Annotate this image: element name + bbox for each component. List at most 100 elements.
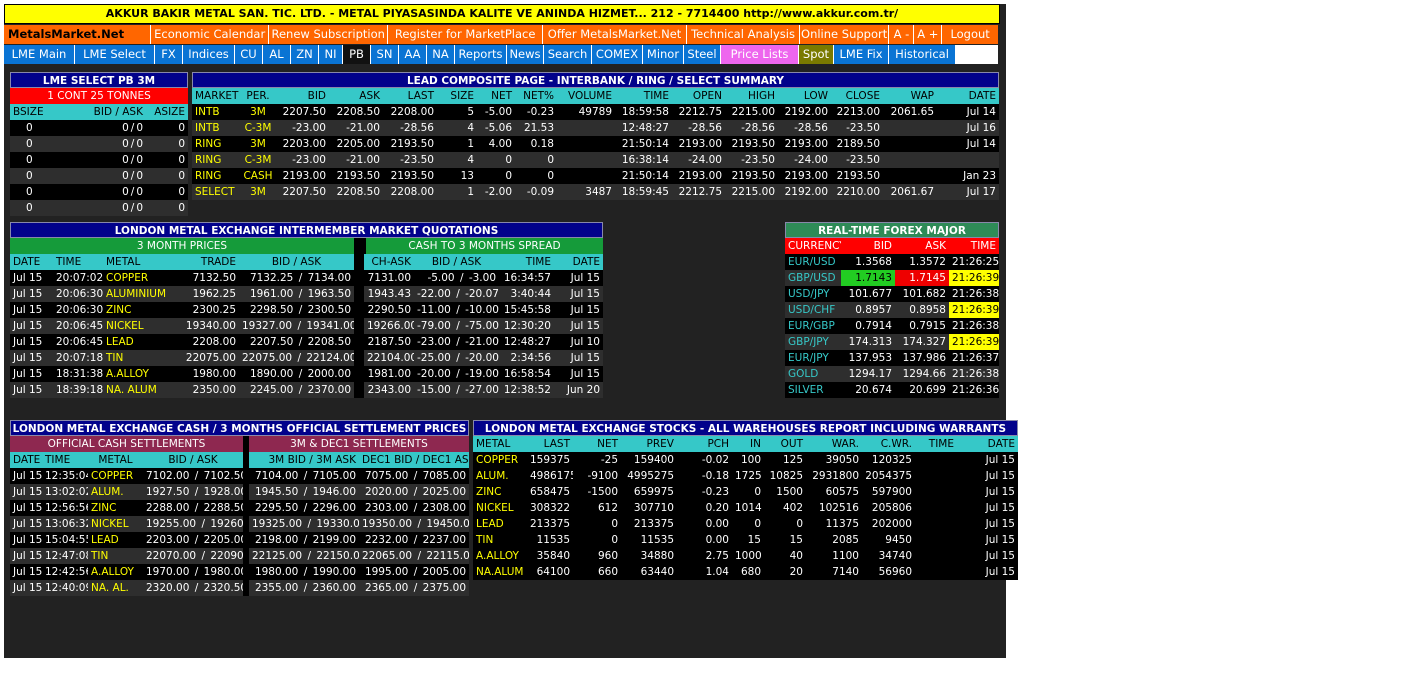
tab-lme-main[interactable]: LME Main — [4, 45, 74, 64]
ch-ask-cell: 7131.00 — [364, 270, 414, 286]
stocks-cell: 2931800 — [806, 468, 862, 484]
tab-lme-fix[interactable]: LME Fix — [834, 45, 888, 64]
composite-row: INTB 3M 2207.50 2208.50 2208.00 5 -5.00 -0.23 49… — [192, 104, 999, 120]
separator: / — [410, 486, 421, 498]
col-market: MARKET — [192, 88, 239, 104]
nav-offer[interactable]: Offer MetalsMarket.Net — [542, 25, 687, 44]
tab-zn[interactable]: ZN — [291, 45, 318, 64]
tab-indices[interactable]: Indices — [183, 45, 234, 64]
settlement-row: Jul 15 12:56:56 ZINC 2288.00 / 2288.50 2295.… — [10, 500, 469, 516]
forex-row: GOLD 1294.17 1294.66 21:26:38 — [785, 366, 999, 382]
separator: / — [410, 470, 421, 482]
nav-renew-subscription[interactable]: Renew Subscription — [268, 25, 388, 44]
ch-ask-cell: 2187.50 — [364, 334, 414, 350]
bid-value: -25.00 — [417, 352, 451, 364]
bid-ask-cell: 1961.00 / 1963.50 — [239, 286, 354, 302]
stocks-table: METAL LAST NET PREV PCH IN OUT WAR. C.WR. TIME DAT… — [473, 436, 1018, 580]
composite-cell: 3487 — [557, 184, 615, 200]
intermember-row: Jul 15 20:07:18 TIN 22075.00 22075.00 / 2212… — [10, 350, 603, 366]
tab-lme-select[interactable]: LME Select — [75, 45, 154, 64]
nav-online-support[interactable]: Online Support — [799, 25, 889, 44]
composite-cell: -23.00 — [277, 152, 329, 168]
nav-economic-calendar[interactable]: Economic Calendar — [151, 25, 268, 44]
tab-comex[interactable]: COMEX — [592, 45, 642, 64]
composite-cell: 2207.50 — [277, 104, 329, 120]
three-m-bid-ask-cell: 19325.00 / 19330.00 — [249, 516, 359, 532]
tab-minor[interactable]: Minor — [643, 45, 683, 64]
tab-aa[interactable]: AA — [399, 45, 426, 64]
bid-ask-cell: 2207.50 / 2208.50 — [239, 334, 354, 350]
tab-spot[interactable]: Spot — [799, 45, 833, 64]
stocks-cell: Jul 15 — [957, 468, 1018, 484]
bid-cell: 1294.17 — [841, 366, 895, 382]
company-banner[interactable]: AKKUR BAKIR METAL SAN. TIC. LTD. - METAL… — [4, 4, 1000, 24]
bid-value: -79.00 — [417, 320, 451, 332]
time-cell: 21:26:38 — [949, 286, 999, 302]
bid-ask-cell: 22075.00 / 22124.00 — [239, 350, 354, 366]
separator: / — [198, 550, 209, 562]
col-metal: METAL — [103, 254, 171, 270]
bid-ask-cell: 7132.25 / 7134.00 — [239, 270, 354, 286]
bid-cell: 1.3568 — [841, 254, 895, 270]
tab-fx[interactable]: FX — [155, 45, 182, 64]
bid-ask-cell: 0/0 — [54, 136, 146, 152]
stocks-cell: Jul 15 — [957, 532, 1018, 548]
stocks-cell: 10825 — [764, 468, 806, 484]
separator: / — [300, 470, 311, 482]
stocks-cell: Jul 15 — [957, 516, 1018, 532]
spread-date-cell: Jul 10 — [554, 334, 603, 350]
composite-cell: 2203.00 — [277, 136, 329, 152]
stocks-cell: 597900 — [862, 484, 915, 500]
separator: / — [452, 320, 464, 332]
tab-steel[interactable]: Steel — [684, 45, 720, 64]
nav-register-marketplace[interactable]: Register for MarketPlace — [388, 25, 542, 44]
bid-value: 2320.00 — [146, 582, 190, 594]
font-increase-button[interactable]: A + — [914, 25, 942, 44]
tab-news[interactable]: News — [507, 45, 543, 64]
stocks-row: ALUM. 4986175 -9100 4995275 -0.18 1725 10825 29… — [473, 468, 1018, 484]
col-prev: PREV — [621, 436, 677, 452]
bid-value: 19350.00 — [362, 518, 413, 530]
three-m-bid-ask-cell: 7104.00 / 7105.00 — [249, 468, 359, 484]
brand-link[interactable]: MetalsMarket.Net — [4, 25, 151, 44]
ch-ask-cell: 1943.43 — [364, 286, 414, 302]
composite-panel: LEAD COMPOSITE PAGE - INTERBANK / RING /… — [192, 72, 999, 200]
composite-cell: Jul 16 — [937, 120, 999, 136]
tab-al[interactable]: AL — [263, 45, 290, 64]
time-cell: 12:56:56 — [42, 500, 88, 516]
tab-ni[interactable]: NI — [319, 45, 342, 64]
composite-cell: RING — [192, 152, 239, 168]
tab-na[interactable]: NA — [427, 45, 454, 64]
stocks-row: COPPER 159375 -25 159400 -0.02 100 125 39050 120… — [473, 452, 1018, 468]
stocks-cell: Jul 15 — [957, 484, 1018, 500]
date-cell: Jul 15 — [10, 286, 53, 302]
nav-technical-analysis[interactable]: Technical Analysis — [687, 25, 799, 44]
stocks-cell: 159400 — [621, 452, 677, 468]
time-cell: 15:04:55 — [42, 532, 88, 548]
composite-cell — [557, 168, 615, 184]
col-close: CLOSE — [831, 88, 883, 104]
composite-row: SELECT 3M 2207.50 2208.50 2208.00 1 -2.00 -0.09… — [192, 184, 999, 200]
tab-pb[interactable]: PB — [343, 45, 370, 64]
font-decrease-button[interactable]: A - — [889, 25, 914, 44]
bid-ask-cell: 0/0 — [54, 120, 146, 136]
bid-cell: 0.8957 — [841, 302, 895, 318]
tab-sn[interactable]: SN — [371, 45, 398, 64]
tab-price-lists[interactable]: Price Lists — [721, 45, 798, 64]
currency-cell: USD/CHF — [785, 302, 841, 318]
tab-cu[interactable]: CU — [235, 45, 262, 64]
tab-reports[interactable]: Reports — [455, 45, 506, 64]
ask-value: 2208.50 — [307, 336, 351, 348]
logout-button[interactable]: Logout — [942, 25, 999, 44]
composite-cell: 2193.00 — [778, 136, 831, 152]
stocks-cell: 102516 — [806, 500, 862, 516]
spread-time-cell: 2:34:56 — [499, 350, 554, 366]
bid-value: 2295.50 — [254, 502, 299, 514]
tab-historical[interactable]: Historical — [889, 45, 955, 64]
lme-select-subtitle: 1 CONT 25 TONNES — [10, 88, 188, 104]
separator: / — [452, 288, 464, 300]
tab-search[interactable]: Search — [544, 45, 591, 64]
composite-cell: RING — [192, 136, 239, 152]
stocks-cell: 2054375 — [862, 468, 915, 484]
bid-value: 7102.00 — [146, 470, 190, 482]
